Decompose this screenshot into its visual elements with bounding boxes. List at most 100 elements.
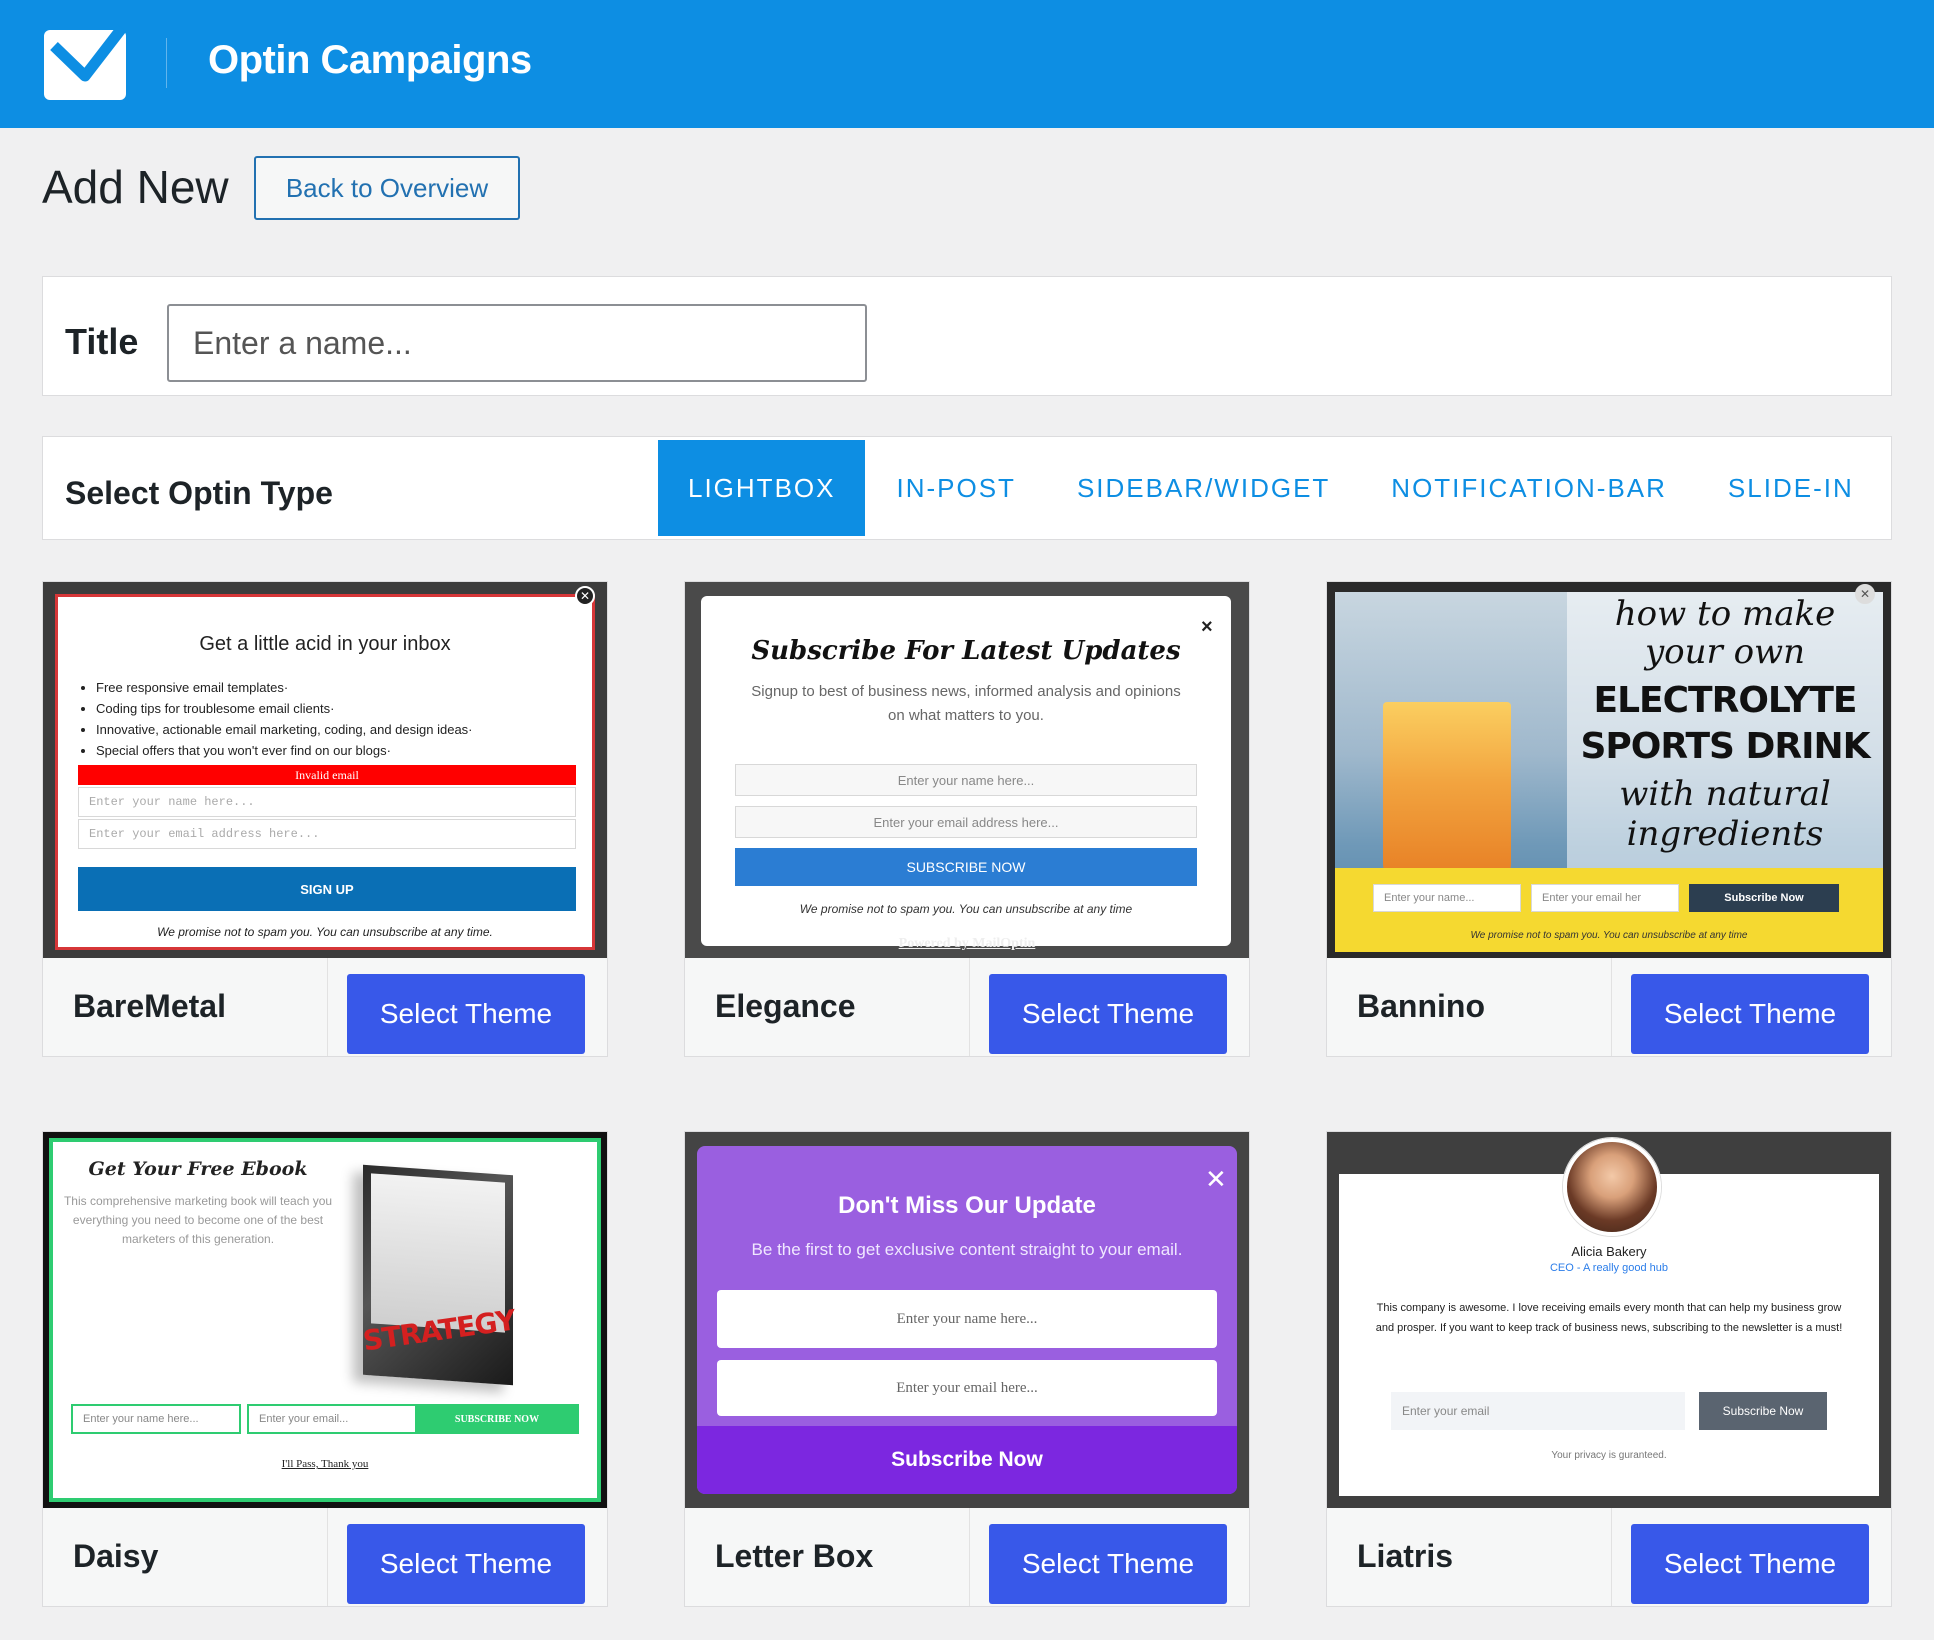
preview-name-field: Enter your name here... [78,787,576,817]
preview-subscribe-button: Subscribe Now [697,1426,1237,1494]
preview-optin-box: Get a little acid in your inbox Free res… [55,594,595,950]
preview-subscribe-button: SUBSCRIBE NOW [415,1404,579,1434]
preview-name-field: Enter your name... [1373,884,1521,912]
theme-card-daisy: Get Your Free Ebook This comprehensive m… [42,1131,608,1607]
app-title: Optin Campaigns [208,38,532,82]
select-theme-button[interactable]: Select Theme [1631,974,1869,1054]
preview-privacy-note: Your privacy is guranteed. [1551,1450,1667,1461]
preview-subtitle: Signup to best of business news, informe… [751,683,1181,724]
preview-close-icon: ✕ [1205,1164,1227,1194]
preview-close-icon: ✕ [575,586,595,606]
preview-email-field: Enter your email... [247,1404,417,1434]
mailoptin-logo-icon [44,24,126,100]
footer-divider [1611,958,1612,1056]
theme-preview[interactable]: how to make your own ELECTROLYTE SPORTS … [1327,582,1891,958]
preview-note: We promise not to spam you. You can unsu… [157,925,493,939]
theme-card-footer: Elegance Select Theme [685,958,1249,1056]
preview-subtitle: This comprehensive marketing book will t… [63,1194,333,1246]
theme-card-baremetal: Get a little acid in your inbox Free res… [42,581,608,1057]
theme-name: Daisy [73,1538,159,1574]
theme-card-letter-box: Don't Miss Our Update Be the first to ge… [684,1131,1250,1607]
preview-powered-by: Powered by MailOptin [898,936,1036,951]
optin-type-label: Select Optin Type [65,475,333,511]
optin-type-panel: Select Optin Type LIGHTBOX IN-POST SIDEB… [42,436,1892,540]
theme-card-elegance: Subscribe For Latest Updates Signup to b… [684,581,1250,1057]
preview-bullet: Free responsive email templates· [96,677,576,698]
preview-name-field: Enter your name here... [717,1290,1217,1348]
theme-preview[interactable]: Get a little acid in your inbox Free res… [43,582,607,958]
preview-note: We promise not to spam you. You can unsu… [799,902,1133,916]
tab-sidebar-widget[interactable]: SIDEBAR/WIDGET [1047,440,1360,536]
theme-card-footer: Bannino Select Theme [1327,958,1891,1056]
preview-title: Don't Miss Our Update [838,1192,1096,1219]
preview-optin-box: Subscribe For Latest Updates Signup to b… [701,596,1231,946]
preview-headline-line: SPORTS DRINK [1580,726,1870,767]
preview-headline-line: with natural [1619,774,1831,814]
theme-name: Liatris [1357,1538,1454,1574]
preview-headline-line: ingredients [1626,814,1824,854]
theme-name: Letter Box [715,1538,874,1574]
tab-notification-bar[interactable]: NOTIFICATION-BAR [1361,440,1697,536]
select-theme-button[interactable]: Select Theme [347,1524,585,1604]
theme-card-footer: Letter Box Select Theme [685,1508,1249,1606]
preview-email-field: Enter your email [1391,1392,1685,1430]
theme-preview[interactable]: Don't Miss Our Update Be the first to ge… [685,1132,1249,1508]
top-bar: Optin Campaigns [0,0,1934,128]
preview-close-icon: × [1201,616,1213,638]
preview-bullet: Innovative, actionable email marketing, … [96,719,576,740]
theme-preview[interactable]: Subscribe For Latest Updates Signup to b… [685,582,1249,958]
back-to-overview-button[interactable]: Back to Overview [254,156,520,220]
preview-headline-line: how to make [1614,594,1836,634]
campaign-title-input[interactable] [167,304,867,382]
header-divider [166,38,167,88]
theme-card-bannino: how to make your own ELECTROLYTE SPORTS … [1326,581,1892,1057]
preview-subtitle: Be the first to get exclusive content st… [751,1240,1183,1259]
preview-person-name: Alicia Bakery [1571,1244,1647,1259]
tab-slide-in[interactable]: SLIDE-IN [1698,440,1884,536]
preview-headline-line: your own [1644,632,1806,672]
preview-email-field: Enter your email here... [717,1360,1217,1416]
footer-divider [1611,1508,1612,1606]
theme-card-footer: BareMetal Select Theme [43,958,607,1056]
footer-divider [327,958,328,1056]
tab-lightbox[interactable]: LIGHTBOX [658,440,866,536]
theme-name: BareMetal [73,988,226,1024]
preview-subscribe-button: Subscribe Now [1699,1392,1827,1430]
optin-type-tabs: LIGHTBOX IN-POST SIDEBAR/WIDGET NOTIFICA… [658,440,1884,536]
select-theme-button[interactable]: Select Theme [347,974,585,1054]
preview-name-field: Enter your name here... [735,764,1197,796]
preview-optin-box: Don't Miss Our Update Be the first to ge… [697,1146,1237,1494]
theme-preview[interactable]: Alicia Bakery CEO - A really good hub Th… [1327,1132,1891,1508]
select-theme-button[interactable]: Select Theme [989,1524,1227,1604]
theme-card-footer: Liatris Select Theme [1327,1508,1891,1606]
footer-divider [969,1508,970,1606]
theme-card-liatris: Alicia Bakery CEO - A really good hub Th… [1326,1131,1892,1607]
footer-divider [327,1508,328,1606]
title-label: Title [65,321,139,362]
theme-preview[interactable]: Get Your Free Ebook This comprehensive m… [43,1132,607,1508]
preview-avatar [1563,1138,1661,1236]
preview-close-icon: ✕ [1855,584,1875,604]
preview-title: Get Your Free Ebook [88,1158,308,1180]
select-theme-button[interactable]: Select Theme [989,974,1227,1054]
preview-bullet: Coding tips for troublesome email client… [96,698,576,719]
preview-title: Subscribe For Latest Updates [751,636,1181,666]
preview-error-banner: Invalid email [78,765,576,785]
preview-headline-line: ELECTROLYTE [1593,680,1858,721]
preview-email-field: Enter your email address here... [735,806,1197,838]
preview-bullet-list: Free responsive email templates· Coding … [96,677,576,761]
preview-person-role: CEO - A really good hub [1549,1262,1668,1274]
title-panel: Title [42,276,1892,396]
preview-title: Get a little acid in your inbox [199,633,451,655]
preview-bullet: Special offers that you won't ever find … [96,740,576,761]
preview-testimonial: This company is awesome. I love receivin… [1375,1302,1843,1334]
preview-decline-link: I'll Pass, Thank you [281,1458,369,1470]
preview-subscribe-button: Subscribe Now [1689,884,1839,912]
footer-divider [969,958,970,1056]
theme-name: Bannino [1357,988,1485,1024]
preview-signup-button: SIGN UP [78,867,576,911]
theme-card-footer: Daisy Select Theme [43,1508,607,1606]
preview-email-field: Enter your email her [1531,884,1679,912]
select-theme-button[interactable]: Select Theme [1631,1524,1869,1604]
tab-in-post[interactable]: IN-POST [866,440,1045,536]
